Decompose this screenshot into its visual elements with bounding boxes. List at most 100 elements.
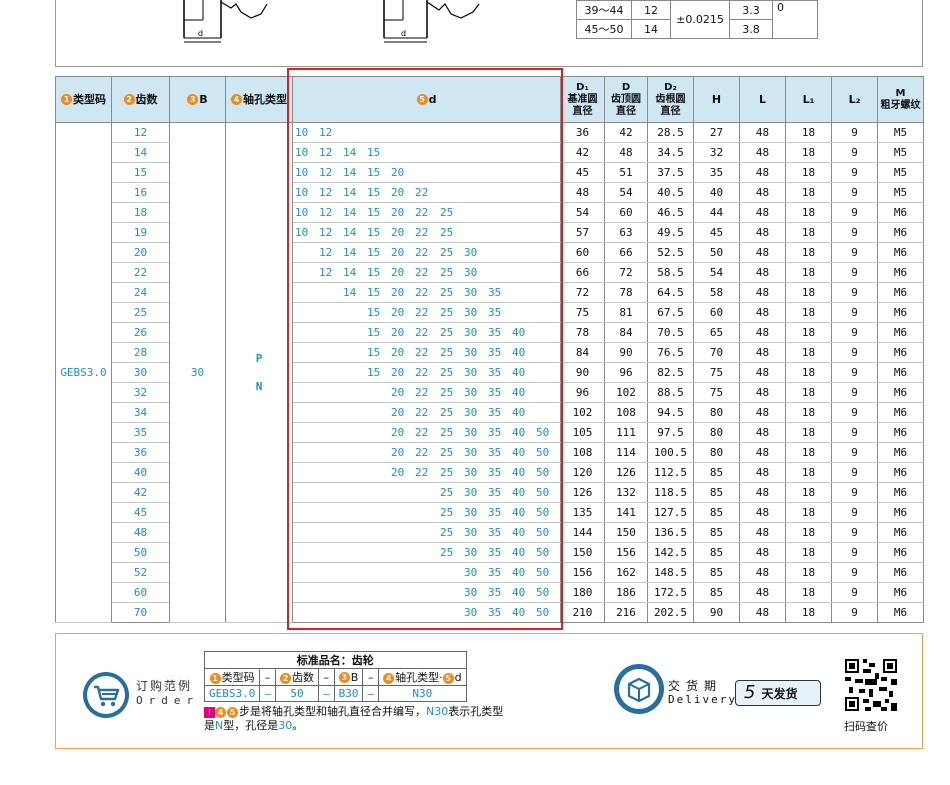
l2-cell: 9 (831, 182, 878, 203)
bore-diameter-cell: 15 20 22 25 30 35 40 (292, 362, 561, 383)
d-cell: 216 (604, 602, 648, 623)
bore-diameter-value: 40 (512, 466, 526, 479)
l-cell: 48 (739, 342, 786, 363)
l-cell: 48 (739, 422, 786, 443)
h-cell: 75 (693, 362, 740, 383)
header-bore-type: 4 轴孔类型 (225, 76, 293, 123)
teeth-cell: 19 (111, 222, 170, 243)
m-cell: M6 (877, 482, 924, 503)
teeth-cell: 36 (111, 442, 170, 463)
h-cell: 45 (693, 222, 740, 243)
bore-diameter-value: 35 (488, 506, 502, 519)
bore-diameter-value: 30 (464, 526, 478, 539)
l1-cell: 18 (785, 182, 832, 203)
d2-cell: 97.5 (647, 422, 694, 443)
teeth-cell: 20 (111, 242, 170, 263)
m-cell: M6 (877, 322, 924, 343)
bore-diameter-value: 35 (488, 586, 502, 599)
h-cell: 85 (693, 482, 740, 503)
bore-diameter-value: 22 (415, 446, 429, 459)
d-cell: 81 (604, 302, 648, 323)
d1-cell: 54 (560, 202, 605, 223)
bore-diameter-cell: 15 20 22 25 30 35 40 (292, 342, 561, 363)
header-l1: L₁ (785, 76, 832, 123)
d-cell: 84 (604, 322, 648, 343)
bore-diameter-value: 25 (440, 386, 454, 399)
bore-diameter-value: 12 (319, 246, 333, 259)
l-cell: 48 (739, 602, 786, 623)
h-cell: 44 (693, 202, 740, 223)
bore-diameter-value: 20 (391, 406, 405, 419)
bore-diameter-value: 40 (512, 406, 526, 419)
d2-cell: 88.5 (647, 382, 694, 403)
m-cell: M6 (877, 402, 924, 423)
bore-diameter-cell: 30 35 40 50 (292, 562, 561, 583)
m-cell: M6 (877, 582, 924, 603)
d1-cell: 96 (560, 382, 605, 403)
d-cell: 90 (604, 342, 648, 363)
l1-cell: 18 (785, 562, 832, 583)
table-row: 39～44 12 ±0.0215 3.3 0 (576, 0, 818, 39)
l2-cell: 9 (831, 422, 878, 443)
bore-diameter-value: 25 (440, 346, 454, 359)
h-cell: 54 (693, 262, 740, 283)
bore-diameter-value: 35 (488, 286, 502, 299)
l2-cell: 9 (831, 142, 878, 163)
bore-type-cell: PN (225, 122, 293, 623)
h-cell: 50 (693, 242, 740, 263)
bore-diameter-value: 35 (488, 326, 502, 339)
h-cell: 75 (693, 382, 740, 403)
l-cell: 48 (739, 402, 786, 423)
d-cell: 150 (604, 522, 648, 543)
spec-table: 1 类型码 2 齿数 3B 4 轴孔类型 5d D₁ 基准圆 直径 D 齿顶圆 直径 D₂ 齿根… (55, 76, 924, 623)
teeth-cell: 24 (111, 282, 170, 303)
h-cell: 60 (693, 302, 740, 323)
l2-cell: 9 (831, 602, 878, 623)
header-h: H (693, 76, 740, 123)
bore-diameter-value: 12 (319, 126, 333, 139)
bore-diameter-value: 30 (464, 366, 478, 379)
d1-cell: 108 (560, 442, 605, 463)
d1-cell: 210 (560, 602, 605, 623)
bore-diameter-cell: 20 22 25 30 35 40 (292, 402, 561, 423)
l1-cell: 18 (785, 522, 832, 543)
teeth-cell: 12 (111, 122, 170, 143)
d1-cell: 84 (560, 342, 605, 363)
bore-diameter-value: 25 (440, 206, 454, 219)
d-cell: 60 (604, 202, 648, 223)
d-cell: 126 (604, 462, 648, 483)
teeth-cell: 22 (111, 262, 170, 283)
l1-cell: 18 (785, 582, 832, 603)
bore-diameter-value: 40 (512, 426, 526, 439)
d-cell: 162 (604, 562, 648, 583)
bore-diameter-value: 15 (367, 326, 381, 339)
l2-cell: 9 (831, 322, 878, 343)
bore-diameter-cell: 10 12 14 15 20 22 (292, 182, 561, 203)
bore-diameter-value: 12 (319, 146, 333, 159)
delivery-title: 交货期 (668, 679, 723, 693)
d2-cell: 148.5 (647, 562, 694, 583)
bore-diameter-value: 25 (440, 226, 454, 239)
l2-cell: 9 (831, 342, 878, 363)
bore-diameter-value: 25 (440, 306, 454, 319)
m-cell: M6 (877, 422, 924, 443)
h-cell: 35 (693, 162, 740, 183)
bore-diameter-cell: 25 30 35 40 50 (292, 542, 561, 563)
l-cell: 48 (739, 122, 786, 143)
d2-cell: 28.5 (647, 122, 694, 143)
bore-diameter-value: 14 (343, 146, 357, 159)
bore-diameter-value: 30 (464, 506, 478, 519)
tolerance: ±0.0215 (670, 0, 730, 39)
d2-cell: 94.5 (647, 402, 694, 423)
bore-diameter-value: 20 (391, 426, 405, 439)
bore-diameter-value: 14 (343, 246, 357, 259)
d-cell: 96 (604, 362, 648, 383)
d1-cell: 135 (560, 502, 605, 523)
bore-diameter-value: 40 (512, 346, 526, 359)
h-cell: 32 (693, 142, 740, 163)
bore-diameter-value: 35 (488, 386, 502, 399)
bore-diameter-value: 35 (488, 406, 502, 419)
bore-diameter-value: 14 (343, 206, 357, 219)
bore-diameter-value: 25 (440, 446, 454, 459)
teeth-cell: 25 (111, 302, 170, 323)
